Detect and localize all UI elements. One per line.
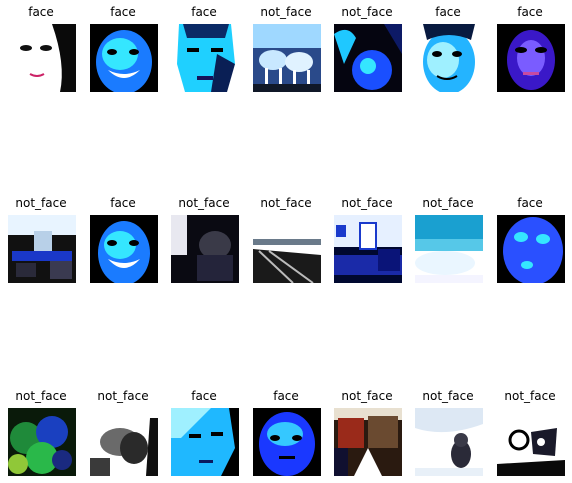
thumbnail-image [171,24,239,92]
image-cell: not_face [168,196,240,290]
image-cell: not_face [494,389,566,483]
image-cell: face [87,196,159,290]
image-cell: face [87,5,159,99]
image-cell: not_face [250,196,322,290]
image-cell: not_face [412,389,484,483]
image-label: not_face [97,389,149,403]
image-label: face [191,389,217,403]
image-cell: face [5,5,77,99]
image-label: not_face [422,196,474,210]
thumbnail-image [497,408,565,476]
thumbnail-image [334,24,402,92]
thumbnail-image [415,215,483,283]
image-label: not_face [422,389,474,403]
thumbnail-image [171,215,239,283]
image-cell: not_face [331,196,403,290]
image-label: not_face [178,196,230,210]
image-label: not_face [341,389,393,403]
image-cell: face [250,389,322,483]
image-cell: not_face [250,5,322,99]
thumbnail-image [171,408,239,476]
thumbnail-image [253,408,321,476]
thumbnail-image [334,408,402,476]
image-cell: not_face [331,389,403,483]
image-cell: face [412,5,484,99]
thumbnail-image [253,215,321,283]
image-label: not_face [341,196,393,210]
image-label: face [517,5,543,19]
thumbnail-image [497,215,565,283]
image-label: not_face [15,389,67,403]
image-label: face [191,5,217,19]
thumbnail-image [8,408,76,476]
thumbnail-image [415,408,483,476]
thumbnail-image [8,215,76,283]
image-label: face [110,196,136,210]
thumbnail-image [334,215,402,283]
image-label: not_face [15,196,67,210]
image-cell: face [494,196,566,290]
image-label: not_face [504,389,556,403]
image-label: face [28,5,54,19]
thumbnail-image [8,24,76,92]
image-cell: not_face [5,389,77,483]
image-label: face [273,389,299,403]
thumbnail-image [415,24,483,92]
image-cell: not_face [5,196,77,290]
thumbnail-image [90,215,158,283]
image-label: not_face [260,5,312,19]
image-label: not_face [260,196,312,210]
thumbnail-image [253,24,321,92]
thumbnail-image [90,24,158,92]
image-cell: face [168,389,240,483]
thumbnail-image [497,24,565,92]
image-cell: not_face [412,196,484,290]
image-cell: not_face [331,5,403,99]
image-cell: face [168,5,240,99]
image-cell: not_face [87,389,159,483]
image-label: face [110,5,136,19]
image-label: not_face [341,5,393,19]
image-label: face [435,5,461,19]
image-cell: face [494,5,566,99]
thumbnail-image [90,408,158,476]
image-label: face [517,196,543,210]
